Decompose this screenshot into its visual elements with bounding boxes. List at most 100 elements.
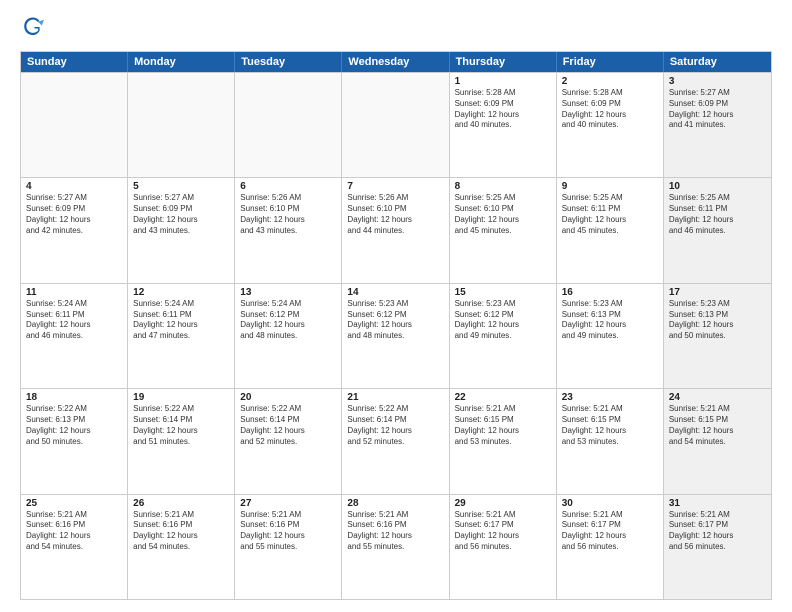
day-info: Sunrise: 5:27 AM Sunset: 6:09 PM Dayligh… [133,193,229,236]
cal-cell-r1-c5: 9Sunrise: 5:25 AM Sunset: 6:11 PM Daylig… [557,178,664,282]
cal-cell-r1-c4: 8Sunrise: 5:25 AM Sunset: 6:10 PM Daylig… [450,178,557,282]
cal-cell-r0-c0 [21,73,128,177]
cal-cell-r4-c6: 31Sunrise: 5:21 AM Sunset: 6:17 PM Dayli… [664,495,771,599]
calendar: SundayMondayTuesdayWednesdayThursdayFrid… [20,51,772,600]
cal-cell-r3-c6: 24Sunrise: 5:21 AM Sunset: 6:15 PM Dayli… [664,389,771,493]
day-number: 31 [669,498,766,509]
day-number: 5 [133,181,229,192]
day-info: Sunrise: 5:25 AM Sunset: 6:10 PM Dayligh… [455,193,551,236]
header [20,16,772,43]
day-info: Sunrise: 5:21 AM Sunset: 6:15 PM Dayligh… [455,404,551,447]
day-info: Sunrise: 5:25 AM Sunset: 6:11 PM Dayligh… [669,193,766,236]
cal-cell-r0-c5: 2Sunrise: 5:28 AM Sunset: 6:09 PM Daylig… [557,73,664,177]
cal-cell-r4-c2: 27Sunrise: 5:21 AM Sunset: 6:16 PM Dayli… [235,495,342,599]
day-number: 28 [347,498,443,509]
cal-cell-r3-c5: 23Sunrise: 5:21 AM Sunset: 6:15 PM Dayli… [557,389,664,493]
cal-cell-r4-c0: 25Sunrise: 5:21 AM Sunset: 6:16 PM Dayli… [21,495,128,599]
day-number: 3 [669,76,766,87]
cal-cell-r3-c1: 19Sunrise: 5:22 AM Sunset: 6:14 PM Dayli… [128,389,235,493]
day-number: 11 [26,287,122,298]
cal-row-1: 4 Sunrise: 5:27 AM Sunset: 6:09 PM Daylig… [21,177,771,282]
cal-cell-r4-c3: 28Sunrise: 5:21 AM Sunset: 6:16 PM Dayli… [342,495,449,599]
day-number: 14 [347,287,443,298]
day-info: Sunrise: 5:23 AM Sunset: 6:13 PM Dayligh… [669,299,766,342]
cal-row-2: 11Sunrise: 5:24 AM Sunset: 6:11 PM Dayli… [21,283,771,388]
cal-cell-r2-c1: 12Sunrise: 5:24 AM Sunset: 6:11 PM Dayli… [128,284,235,388]
cal-header-cell-friday: Friday [557,52,664,72]
day-number: 21 [347,392,443,403]
calendar-body: 1Sunrise: 5:28 AM Sunset: 6:09 PM Daylig… [21,72,771,599]
day-number: 19 [133,392,229,403]
cal-header-cell-monday: Monday [128,52,235,72]
day-number: 17 [669,287,766,298]
cal-cell-r3-c0: 18Sunrise: 5:22 AM Sunset: 6:13 PM Dayli… [21,389,128,493]
day-info: Sunrise: 5:21 AM Sunset: 6:16 PM Dayligh… [133,510,229,553]
day-info: Sunrise: 5:23 AM Sunset: 6:12 PM Dayligh… [347,299,443,342]
cal-cell-r0-c4: 1Sunrise: 5:28 AM Sunset: 6:09 PM Daylig… [450,73,557,177]
day-number: 22 [455,392,551,403]
day-info: Sunrise: 5:21 AM Sunset: 6:16 PM Dayligh… [26,510,122,553]
day-info: Sunrise: 5:28 AM Sunset: 6:09 PM Dayligh… [455,88,551,131]
day-info: Sunrise: 5:24 AM Sunset: 6:11 PM Dayligh… [133,299,229,342]
cal-cell-r3-c4: 22Sunrise: 5:21 AM Sunset: 6:15 PM Dayli… [450,389,557,493]
day-number: 6 [240,181,336,192]
day-info: Sunrise: 5:27 AM Sunset: 6:09 PM Dayligh… [669,88,766,131]
day-number: 4 [26,181,122,192]
cal-cell-r2-c3: 14Sunrise: 5:23 AM Sunset: 6:12 PM Dayli… [342,284,449,388]
cal-cell-r1-c6: 10Sunrise: 5:25 AM Sunset: 6:11 PM Dayli… [664,178,771,282]
day-info: Sunrise: 5:24 AM Sunset: 6:11 PM Dayligh… [26,299,122,342]
day-info: Sunrise: 5:23 AM Sunset: 6:13 PM Dayligh… [562,299,658,342]
day-info: Sunrise: 5:23 AM Sunset: 6:12 PM Dayligh… [455,299,551,342]
cal-cell-r2-c5: 16Sunrise: 5:23 AM Sunset: 6:13 PM Dayli… [557,284,664,388]
cal-header-cell-sunday: Sunday [21,52,128,72]
cal-cell-r4-c1: 26Sunrise: 5:21 AM Sunset: 6:16 PM Dayli… [128,495,235,599]
day-info: Sunrise: 5:24 AM Sunset: 6:12 PM Dayligh… [240,299,336,342]
cal-cell-r2-c2: 13Sunrise: 5:24 AM Sunset: 6:12 PM Dayli… [235,284,342,388]
cal-header-cell-thursday: Thursday [450,52,557,72]
day-number: 18 [26,392,122,403]
day-number: 20 [240,392,336,403]
day-info: Sunrise: 5:21 AM Sunset: 6:15 PM Dayligh… [669,404,766,447]
day-number: 13 [240,287,336,298]
cal-cell-r1-c2: 6Sunrise: 5:26 AM Sunset: 6:10 PM Daylig… [235,178,342,282]
day-number: 24 [669,392,766,403]
cal-cell-r3-c2: 20Sunrise: 5:22 AM Sunset: 6:14 PM Dayli… [235,389,342,493]
logo-icon [22,16,44,38]
day-info: Sunrise: 5:22 AM Sunset: 6:14 PM Dayligh… [133,404,229,447]
logo [20,16,44,43]
day-number: 9 [562,181,658,192]
day-info: Sunrise: 5:21 AM Sunset: 6:17 PM Dayligh… [669,510,766,553]
day-info: Sunrise: 5:25 AM Sunset: 6:11 PM Dayligh… [562,193,658,236]
cal-cell-r3-c3: 21Sunrise: 5:22 AM Sunset: 6:14 PM Dayli… [342,389,449,493]
day-number: 12 [133,287,229,298]
cal-header-cell-wednesday: Wednesday [342,52,449,72]
day-info: Sunrise: 5:21 AM Sunset: 6:16 PM Dayligh… [240,510,336,553]
day-info: Sunrise: 5:21 AM Sunset: 6:16 PM Dayligh… [347,510,443,553]
day-number: 8 [455,181,551,192]
day-number: 16 [562,287,658,298]
day-number: 2 [562,76,658,87]
day-info: Sunrise: 5:26 AM Sunset: 6:10 PM Dayligh… [347,193,443,236]
day-info: Sunrise: 5:22 AM Sunset: 6:13 PM Dayligh… [26,404,122,447]
cal-cell-r2-c4: 15Sunrise: 5:23 AM Sunset: 6:12 PM Dayli… [450,284,557,388]
cal-cell-r1-c1: 5Sunrise: 5:27 AM Sunset: 6:09 PM Daylig… [128,178,235,282]
cal-cell-r0-c3 [342,73,449,177]
cal-header-cell-tuesday: Tuesday [235,52,342,72]
day-info: Sunrise: 5:26 AM Sunset: 6:10 PM Dayligh… [240,193,336,236]
cal-cell-r2-c6: 17Sunrise: 5:23 AM Sunset: 6:13 PM Dayli… [664,284,771,388]
cal-cell-r0-c6: 3Sunrise: 5:27 AM Sunset: 6:09 PM Daylig… [664,73,771,177]
day-info: Sunrise: 5:22 AM Sunset: 6:14 PM Dayligh… [240,404,336,447]
cal-cell-r1-c3: 7Sunrise: 5:26 AM Sunset: 6:10 PM Daylig… [342,178,449,282]
day-info: Sunrise: 5:22 AM Sunset: 6:14 PM Dayligh… [347,404,443,447]
day-number: 15 [455,287,551,298]
day-number: 30 [562,498,658,509]
cal-cell-r1-c0: 4Sunrise: 5:27 AM Sunset: 6:09 PM Daylig… [21,178,128,282]
day-number: 26 [133,498,229,509]
calendar-header-row: SundayMondayTuesdayWednesdayThursdayFrid… [21,52,771,72]
day-number: 1 [455,76,551,87]
cal-row-0: 1Sunrise: 5:28 AM Sunset: 6:09 PM Daylig… [21,72,771,177]
cal-cell-r0-c1 [128,73,235,177]
day-number: 29 [455,498,551,509]
day-number: 10 [669,181,766,192]
cal-cell-r4-c4: 29Sunrise: 5:21 AM Sunset: 6:17 PM Dayli… [450,495,557,599]
